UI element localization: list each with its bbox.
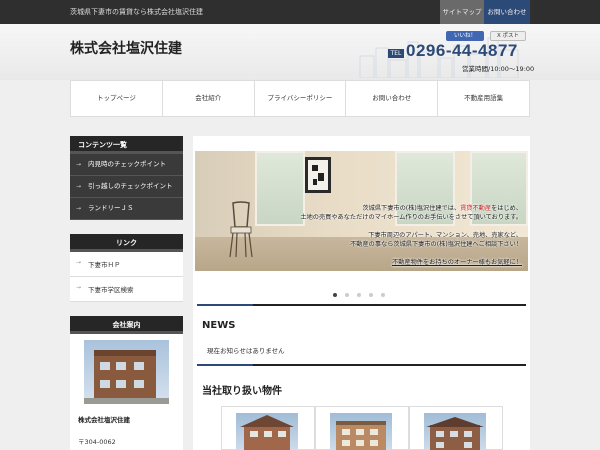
sidebar-item-viewing-checkpoints[interactable]: 内見時のチェックポイント: [70, 154, 183, 176]
company-logo-title[interactable]: 株式会社塩沢住建: [70, 38, 182, 58]
tel-badge: TEL: [388, 49, 404, 58]
property-card[interactable]: [409, 406, 503, 450]
facebook-like-button[interactable]: いいね！: [446, 31, 484, 41]
sitemap-link[interactable]: サイトマップ: [440, 0, 484, 24]
company-name: 株式会社塩沢住建: [70, 410, 183, 428]
slide-text-line5: 不動産物件をお持ちのオーナー様もお気軽に！: [392, 259, 522, 266]
main-content: 茨城県下妻市の(株)塩沢住建では、賃貸不動産をはじめ、 土地の売買やあなただけの…: [193, 136, 530, 450]
sidebar-item-laundry[interactable]: ランドリーＪＳ: [70, 198, 183, 220]
contents-list: 内見時のチェックポイント 引っ越しのチェックポイント ランドリーＪＳ: [70, 154, 183, 220]
slider-pagination: [333, 293, 385, 297]
property-photo: [330, 413, 392, 450]
slider-dot-3[interactable]: [357, 293, 361, 297]
property-card[interactable]: [221, 406, 315, 450]
slider-dot-5[interactable]: [381, 293, 385, 297]
nav-item-privacy[interactable]: プライバシーポリシー: [255, 81, 347, 116]
links-box: リンク 下妻市ＨＰ 下妻市学区検索: [70, 234, 183, 302]
slider-dot-1[interactable]: [333, 293, 337, 297]
slider-dot-4[interactable]: [369, 293, 373, 297]
nav-item-top[interactable]: トップページ: [71, 81, 163, 116]
chair-image: [229, 201, 253, 258]
global-nav: トップページ 会社紹介 プライバシーポリシー お問い合わせ 不動産用語集: [70, 80, 530, 117]
slider-dot-2[interactable]: [345, 293, 349, 297]
property-list: [221, 406, 503, 450]
x-post-button[interactable]: X ポスト: [490, 31, 526, 41]
contact-link[interactable]: お問い合わせ: [484, 0, 530, 24]
building-image: [84, 350, 169, 404]
hero-slider[interactable]: 茨城県下妻市の(株)塩沢住建では、賃貸不動産をはじめ、 土地の売買やあなただけの…: [195, 151, 528, 271]
wall-art: [305, 157, 331, 193]
news-empty-message: 現在お知らせはありません: [207, 347, 285, 355]
nav-item-company[interactable]: 会社紹介: [163, 81, 255, 116]
window-left: [255, 151, 305, 226]
properties-heading: 当社取り扱い物件: [202, 386, 282, 397]
sidebar-item-school-district[interactable]: 下妻市学区検索: [70, 277, 183, 302]
links-list: 下妻市ＨＰ 下妻市学区検索: [70, 252, 183, 302]
slide-text-line4: 不動産の事なら茨城県下妻市の(株)塩沢住建へご相談下さい！: [350, 241, 522, 248]
company-info-title: 会社案内: [70, 316, 183, 334]
sidebar: コンテンツ一覧 内見時のチェックポイント 引っ越しのチェックポイント ランドリー…: [70, 136, 183, 450]
property-card[interactable]: [315, 406, 409, 450]
company-zip: 〒304-0062: [70, 428, 183, 450]
divider-top: [197, 304, 526, 306]
news-heading: NEWS: [202, 320, 236, 331]
contents-box: コンテンツ一覧 内見時のチェックポイント 引っ越しのチェックポイント ランドリー…: [70, 136, 183, 220]
site-tagline: 茨城県下妻市の賃貸なら株式会社塩沢住建: [70, 8, 203, 16]
property-photo: [236, 413, 298, 450]
business-hours: 営業時間/10:00～19:00: [462, 65, 535, 73]
site-header: 株式会社塩沢住建 いいね！ X ポスト TEL 0296-44-4877 営業時…: [0, 24, 600, 80]
sidebar-item-city-hp[interactable]: 下妻市ＨＰ: [70, 252, 183, 277]
nav-item-contact[interactable]: お問い合わせ: [346, 81, 439, 116]
links-title: リンク: [70, 234, 183, 252]
nav-item-glossary[interactable]: 不動産用語集: [438, 81, 529, 116]
contents-title: コンテンツ一覧: [70, 136, 183, 154]
property-photo: [424, 413, 486, 450]
phone-number[interactable]: 0296-44-4877: [406, 41, 518, 61]
company-building-photo: [70, 334, 183, 410]
company-box: 会社案内 株式会社塩沢住建 〒304-0062: [70, 316, 183, 450]
top-bar: 茨城県下妻市の賃貸なら株式会社塩沢住建 サイトマップ お問い合わせ: [0, 0, 600, 24]
divider-news: [197, 364, 526, 366]
slide-text-line1: 茨城県下妻市の(株)塩沢住建では、賃貸不動産をはじめ、: [362, 205, 522, 212]
slide-text-line2: 土地の売買やあなただけのマイホーム作りのお手伝いをさせて頂いております。: [300, 214, 522, 221]
slide-text-line3: 下妻市周辺のアパート、マンション、売地、売家など、: [368, 232, 522, 239]
sidebar-item-moving-checkpoints[interactable]: 引っ越しのチェックポイント: [70, 176, 183, 198]
